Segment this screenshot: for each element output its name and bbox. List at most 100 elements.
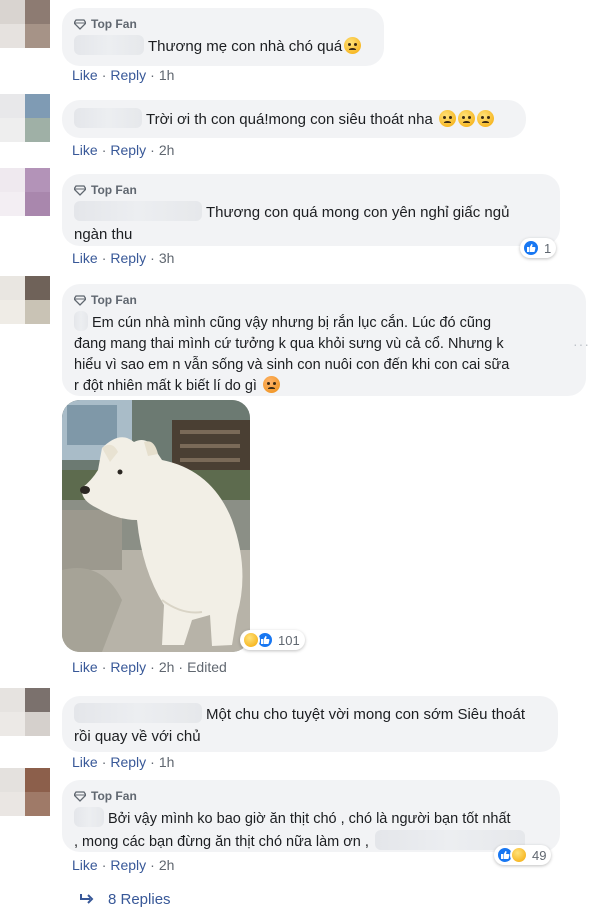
avatar[interactable] [0,0,50,48]
timestamp[interactable]: 1h [159,754,175,770]
comment-actions: Like · Reply · 2h · Edited [72,657,227,677]
like-link[interactable]: Like [72,142,98,158]
comment-text: Thương mẹ con nhà chó quá [148,38,343,55]
like-link[interactable]: Like [72,754,98,770]
avatar[interactable] [0,94,50,142]
sad-face-emoji [438,110,456,127]
comment-bubble: Top Fan Em cún nhà mình cũng vậy nhưng b… [62,284,586,396]
author-name[interactable] [74,703,202,723]
separator: · [101,142,107,158]
top-fan-label: Top Fan [91,17,137,31]
view-replies-link[interactable]: 8 Replies [80,888,171,910]
separator: · [150,857,155,873]
diamond-icon [74,294,86,306]
sad-reaction-icon [242,631,260,649]
separator: · [101,754,107,770]
reply-link[interactable]: Reply [110,857,146,873]
author-name[interactable] [74,201,202,221]
reply-link[interactable]: Reply [110,754,146,770]
reaction-summary[interactable]: 1 [520,238,557,258]
white-dog-photo[interactable] [62,400,250,652]
author-name[interactable] [74,35,144,55]
reply-link[interactable]: Reply [110,67,146,83]
comment-text: Bởi vậy mình ko bao giờ ăn thịt chó , ch… [108,811,511,827]
timestamp[interactable]: 1h [159,67,175,83]
separator: · [150,142,155,158]
comment-text-line-2: , mong các bạn đừng ăn thịt chó nữa làm … [74,834,369,850]
diamond-icon [74,790,86,802]
comment-bubble: Top Fan Thương mẹ con nhà chó quá [62,8,384,66]
dog-image [62,400,250,652]
timestamp[interactable]: 3h [159,250,175,266]
top-fan-badge: Top Fan [74,787,548,805]
comment-bubble: Top Fan Bởi vậy mình ko bao giờ ăn thịt … [62,780,560,852]
comment-text: Thương con quá mong con yên nghỉ giấc ng… [206,204,510,221]
haha-reaction-icon [510,846,528,864]
reply-link[interactable]: Reply [110,142,146,158]
comment-bubble: Trời ơi th con quá!mong con siêu thoát n… [62,100,526,138]
author-name[interactable] [74,807,104,827]
like-link[interactable]: Like [72,659,98,675]
diamond-icon [74,18,86,30]
anxious-face-emoji [344,37,362,54]
like-link[interactable]: Like [72,250,98,266]
comment-text-line-2: rồi quay về với chủ [74,728,201,745]
separator: · [101,67,107,83]
top-fan-label: Top Fan [91,789,137,803]
diamond-icon [74,184,86,196]
comment-actions: Like · Reply · 1h [72,752,174,772]
comment-actions: Like · Reply · 2h [72,855,174,875]
reaction-count: 49 [532,847,547,863]
author-name[interactable] [74,108,142,128]
separator: · [150,659,155,675]
separator: · [150,754,155,770]
top-fan-label: Top Fan [91,293,137,307]
separator: · [150,250,155,266]
comment-actions: Like · Reply · 1h [72,65,174,85]
separator: · [101,659,107,675]
more-options-icon[interactable]: ··· [573,336,590,352]
sad-face-emoji [476,110,494,127]
avatar[interactable] [0,688,50,736]
comment-text: Trời ơi th con quá!mong con siêu thoát n… [146,111,433,128]
comment-bubble: Một chu cho tuyệt vời mong con sớm Siêu … [62,696,558,752]
comment-text-line-1: Em cún nhà mình cũng vậy nhưng bị rắn lụ… [92,315,492,331]
separator: · [101,250,107,266]
reaction-count: 1 [544,240,552,256]
comment-actions: Like · Reply · 2h [72,140,174,160]
like-link[interactable]: Like [72,857,98,873]
timestamp[interactable]: 2h [159,142,175,158]
avatar[interactable] [0,768,50,816]
reply-link[interactable]: Reply [110,250,146,266]
reaction-count: 101 [278,632,300,648]
edited-label[interactable]: Edited [187,659,227,675]
timestamp[interactable]: 2h [159,659,175,675]
comment-text-line-4: r đột nhiên mất k biết lí do gì [74,378,257,394]
avatar[interactable] [0,276,50,324]
sad-face-emoji [263,376,280,393]
like-link[interactable]: Like [72,67,98,83]
reaction-summary[interactable]: 49 [494,845,552,865]
comment-actions: Like · Reply · 3h [72,248,174,268]
top-fan-badge: Top Fan [74,181,548,199]
comment-text-line-3: hiểu vì sao em n vẫn sống và sinh con nu… [74,357,510,373]
comment-text: Một chu cho tuyệt vời mong con sớm Siêu … [206,706,525,723]
top-fan-badge: Top Fan [74,15,372,33]
replies-label[interactable]: 8 Replies [108,891,171,908]
comment-bubble: Top Fan Thương con quá mong con yên nghỉ… [62,174,560,246]
reply-link[interactable]: Reply [110,659,146,675]
like-reaction-icon [522,239,540,257]
comment-text-line-2: ngàn thu [74,226,133,243]
timestamp[interactable]: 2h [159,857,175,873]
separator: · [101,857,107,873]
reaction-summary[interactable]: 101 [240,630,305,650]
author-name[interactable] [74,311,88,331]
reply-arrow-icon [80,894,94,904]
sad-face-emoji [457,110,475,127]
comment-text-line-2: đang mang thai mình cứ tưởng k qua khỏi … [74,336,504,352]
separator: · [150,67,155,83]
top-fan-label: Top Fan [91,183,137,197]
avatar[interactable] [0,168,50,216]
separator: · [178,659,184,675]
top-fan-badge: Top Fan [74,291,574,309]
